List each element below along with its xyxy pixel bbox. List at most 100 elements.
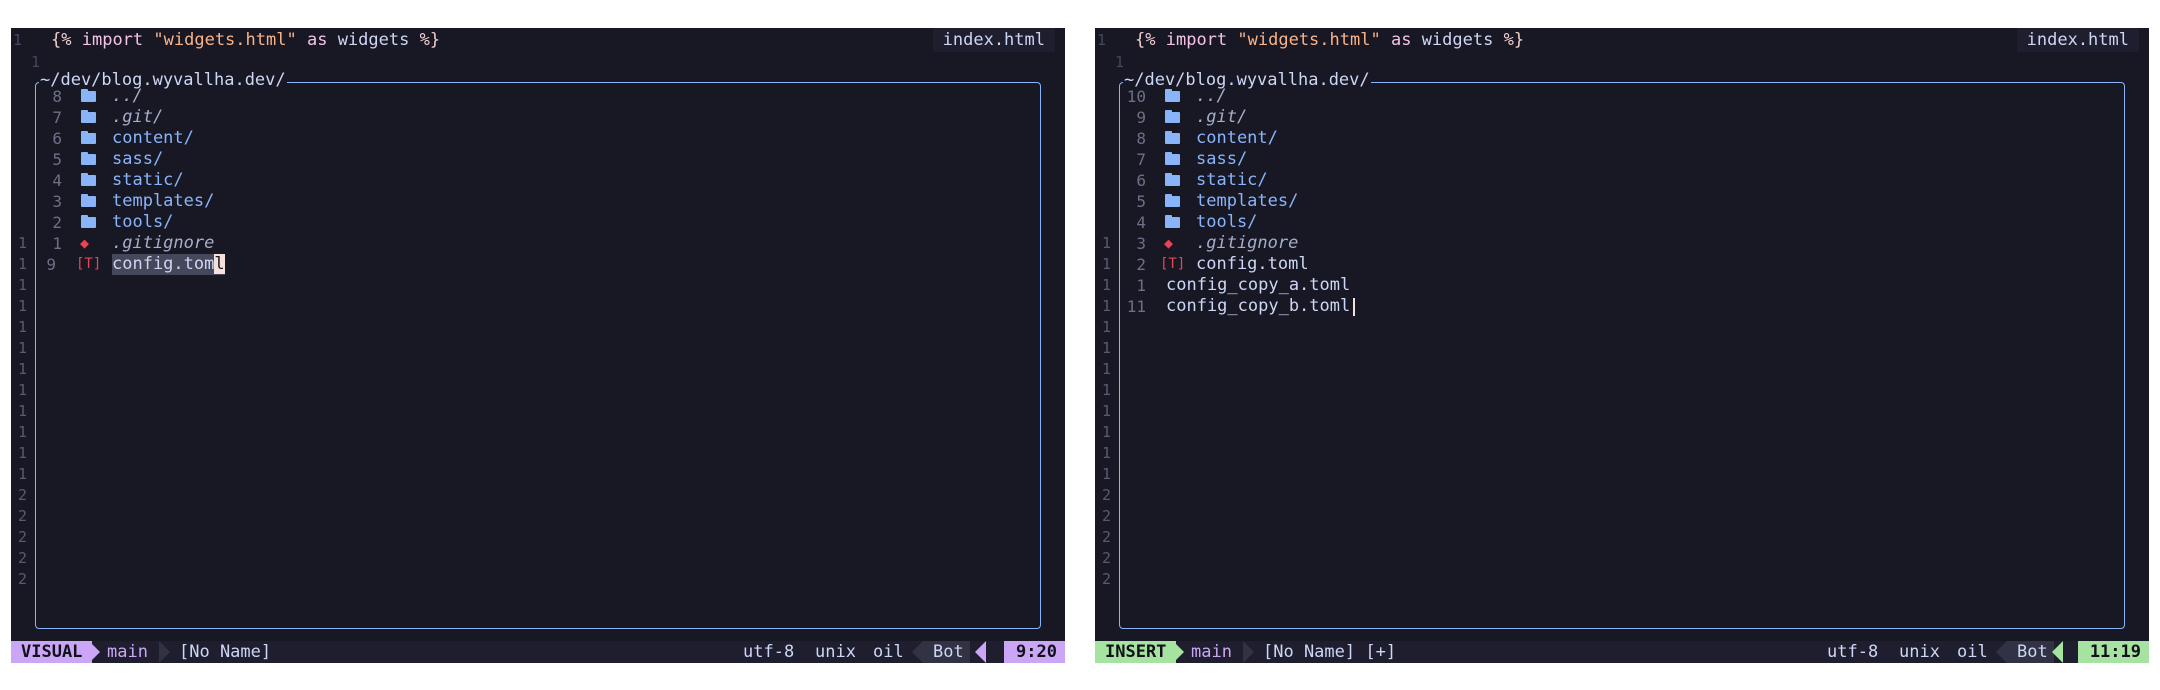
- entry-name[interactable]: tools/: [1196, 212, 1257, 233]
- empty-line: 2: [1102, 485, 2124, 506]
- file-entry[interactable]: 1 3 ◆ .gitignore: [1102, 233, 2124, 254]
- empty-line: 1: [18, 380, 1040, 401]
- filetype: oil: [873, 642, 904, 662]
- mode-indicator: INSERT: [1095, 641, 1177, 663]
- file-entry[interactable]: 8 ../: [36, 86, 1040, 107]
- folder-icon: [1164, 191, 1182, 212]
- tabline: 1 {% import "widgets.html" as widgets %}…: [11, 28, 1065, 52]
- outer-line-number: 1: [1102, 234, 1112, 252]
- entry-name[interactable]: static/: [1196, 170, 1268, 191]
- file-entry[interactable]: 1 9 [T] config.toml: [18, 254, 1040, 275]
- empty-line: 1: [1102, 443, 2124, 464]
- outer-line-number: 2: [18, 486, 28, 504]
- scroll-indicator: Bot: [923, 641, 970, 663]
- block-cursor: l: [214, 254, 225, 274]
- empty-line: 2: [18, 506, 1040, 527]
- folder-icon: [80, 107, 98, 128]
- mode-indicator: VISUAL: [11, 641, 93, 663]
- outer-line-number: 1: [1102, 444, 1112, 462]
- file-entry[interactable]: 7 .git/: [36, 107, 1040, 128]
- import-keyword: import: [81, 30, 144, 50]
- cursor-position: 9:20: [1004, 641, 1065, 663]
- entry-name[interactable]: templates/: [1196, 191, 1298, 212]
- file-entry[interactable]: 9 .git/: [1120, 107, 2124, 128]
- import-name: widgets: [1421, 30, 1494, 50]
- file-entry[interactable]: 1 1 config_copy_a.toml: [1102, 275, 2124, 296]
- file-entry[interactable]: 3 templates/: [36, 191, 1040, 212]
- entry-name[interactable]: tools/: [112, 212, 173, 233]
- outer-line-number: 1: [1102, 402, 1112, 420]
- tabline: 1 {% import "widgets.html" as widgets %}…: [1095, 28, 2149, 52]
- relative-line-number: 7: [1136, 150, 1146, 169]
- relative-line-number: 2: [52, 213, 62, 232]
- git-branch: main: [107, 642, 148, 662]
- entry-name[interactable]: sass/: [1196, 149, 1247, 170]
- entry-name[interactable]: .git/: [1196, 107, 1247, 128]
- entry-name[interactable]: .gitignore: [112, 233, 214, 254]
- oil-file-explorer[interactable]: ~/dev/blog.wyvallha.dev/ 10 ../9 .git/8 con…: [1102, 70, 2125, 629]
- folder-icon: [80, 149, 98, 170]
- entry-name[interactable]: content/: [112, 128, 194, 149]
- entry-name[interactable]: sass/: [112, 149, 163, 170]
- entry-name[interactable]: templates/: [112, 191, 214, 212]
- entry-name[interactable]: config.toml: [112, 254, 225, 275]
- file-entry[interactable]: 1 2 [T] config.toml: [1102, 254, 2124, 275]
- outer-line-number: 2: [18, 549, 28, 567]
- empty-line: 1: [1102, 401, 2124, 422]
- file-tab[interactable]: index.html: [932, 28, 1055, 52]
- file-tab[interactable]: index.html: [2016, 28, 2139, 52]
- outer-line-number: 1: [1102, 465, 1112, 483]
- relative-line-number: 1: [1136, 276, 1146, 295]
- entry-name[interactable]: config_copy_a.toml: [1166, 275, 1350, 296]
- file-entry[interactable]: 6 content/: [36, 128, 1040, 149]
- position-separator: [975, 641, 986, 663]
- file-entry[interactable]: 10 ../: [1120, 86, 2124, 107]
- entry-name[interactable]: config_copy_b.toml: [1166, 296, 1350, 317]
- encoding: utf-8: [1827, 642, 1879, 662]
- entry-name[interactable]: config.toml: [1196, 254, 1309, 275]
- import-string: "widgets.html": [153, 30, 297, 50]
- relative-line-number: 6: [52, 129, 62, 148]
- entry-name[interactable]: ../: [1196, 86, 1227, 107]
- code-line[interactable]: {% import "widgets.html" as widgets %}: [51, 28, 440, 52]
- relative-line-number: 8: [1136, 129, 1146, 148]
- empty-line: 2: [18, 485, 1040, 506]
- empty-line: 1: [18, 275, 1040, 296]
- as-keyword: as: [306, 30, 328, 50]
- relative-line-number: 4: [1136, 213, 1146, 232]
- file-entry[interactable]: 5 sass/: [36, 149, 1040, 170]
- entry-name[interactable]: ../: [112, 86, 143, 107]
- entry-name[interactable]: static/: [112, 170, 184, 191]
- file-entry[interactable]: 8 content/: [1120, 128, 2124, 149]
- import-keyword: import: [1165, 30, 1228, 50]
- status-line: VISUAL main [No Name] utf-8 unix oil Bot…: [11, 641, 1065, 663]
- oil-file-explorer[interactable]: ~/dev/blog.wyvallha.dev/ 8 ../7 .git/6 cont…: [18, 70, 1041, 629]
- toml-file-icon: [T]: [1160, 256, 1186, 272]
- outer-line-number: 2: [1102, 570, 1112, 588]
- file-entry[interactable]: 5 templates/: [1120, 191, 2124, 212]
- outer-line-number: 1: [18, 423, 28, 441]
- file-entry[interactable]: 6 static/: [1120, 170, 2124, 191]
- code-line[interactable]: {% import "widgets.html" as widgets %}: [1135, 28, 1524, 52]
- relative-line-number: 1: [52, 234, 62, 253]
- outer-line-number: 1: [18, 339, 28, 357]
- file-entry[interactable]: 4 static/: [36, 170, 1040, 191]
- entry-name[interactable]: content/: [1196, 128, 1278, 149]
- file-entry[interactable]: 2 tools/: [36, 212, 1040, 233]
- file-entry[interactable]: 1 11 config_copy_b.toml: [1102, 296, 2124, 317]
- file-entry[interactable]: 1 1 ◆ .gitignore: [18, 233, 1040, 254]
- file-entry[interactable]: 4 tools/: [1120, 212, 2124, 233]
- entry-name[interactable]: .gitignore: [1196, 233, 1298, 254]
- template-close: %}: [419, 30, 441, 50]
- empty-line: 1: [1102, 380, 2124, 401]
- empty-line: 1: [18, 422, 1040, 443]
- outer-line-number: 1: [18, 381, 28, 399]
- entry-name[interactable]: .git/: [112, 107, 163, 128]
- file-entry[interactable]: 7 sass/: [1120, 149, 2124, 170]
- mode-separator: [1173, 641, 1184, 663]
- folder-icon: [80, 212, 98, 233]
- outer-line-number: 1: [18, 318, 28, 336]
- empty-line: 1: [1102, 464, 2124, 485]
- outer-line-number: 2: [1102, 528, 1112, 546]
- template-open: {%: [1135, 30, 1156, 50]
